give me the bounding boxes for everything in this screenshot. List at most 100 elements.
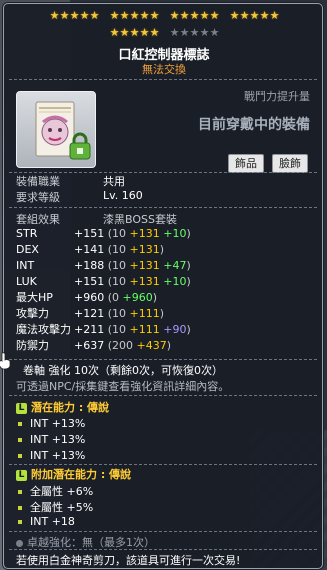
- upgrade-text: 卷軸 強化 10次（剩餘0次，可恢復0次）: [23, 364, 223, 377]
- empty-star-icon: ★: [189, 26, 200, 39]
- stat-name: LUK: [16, 275, 37, 288]
- filled-star-icon: ★: [109, 26, 120, 39]
- star-force-row-1: ★★★★★ ★★★★★ ★★★★★ ★★★★★: [4, 8, 322, 22]
- level-label: 要求等級: [16, 191, 60, 204]
- stat-value-part: +111: [129, 307, 160, 320]
- filled-star-icon: ★: [209, 9, 220, 22]
- filled-star-icon: ★: [59, 9, 70, 22]
- potential-line: INT +13%: [18, 449, 85, 462]
- stat-value-part: ): [186, 259, 191, 272]
- legendary-badge-icon: L: [16, 402, 27, 414]
- divider: [9, 549, 317, 550]
- star-force-row-2: ★★★★★ ★★★★★: [4, 25, 322, 39]
- stat-value-part: +131: [129, 227, 160, 240]
- stat-row: INT +188 (10 +131 +47): [16, 258, 191, 274]
- job-value: 共用: [103, 175, 125, 188]
- stat-value-part: (10: [104, 275, 130, 288]
- filled-star-icon: ★: [89, 9, 100, 22]
- hand-cursor-icon: [0, 352, 11, 370]
- item-tooltip: ★★★★★ ★★★★★ ★★★★★ ★★★★★ ★★★★★ ★★★★★ 口紅控制器標誌 …: [3, 3, 323, 569]
- star-group: ★★★★★: [109, 25, 160, 39]
- stat-value: +960 (0 +960): [74, 290, 157, 306]
- stat-row: 防禦力 +637 (200 +437): [16, 338, 171, 354]
- empty-star-icon: ★: [199, 26, 210, 39]
- filled-star-icon: ★: [139, 9, 150, 22]
- stat-value-part: ): [159, 307, 165, 320]
- stat-value-part: +47: [163, 259, 187, 272]
- stat-value: +141 (10 +131): [74, 242, 164, 258]
- stat-value-part: ): [152, 291, 158, 304]
- stat-name: INT: [16, 259, 35, 272]
- empty-star-icon: ★: [179, 26, 190, 39]
- stat-value-part: ): [166, 339, 172, 352]
- star-group: ★★★★★: [109, 8, 160, 22]
- stat-value-part: +141: [74, 243, 105, 256]
- stat-name: DEX: [16, 243, 39, 256]
- stat-row: 魔法攻擊力 +211 (10 +111 +90): [16, 322, 191, 338]
- upgrade-hint: 可透過NPC/採集鍵查看強化資訊詳細內容。: [16, 380, 230, 393]
- stat-name: 最大HP: [16, 291, 53, 304]
- potential-line: INT +13%: [18, 433, 85, 446]
- stat-value-part: ): [159, 243, 165, 256]
- filled-star-icon: ★: [49, 9, 60, 22]
- stat-name: 魔法攻擊力: [16, 323, 71, 336]
- transcendence-info: 卓越強化：無（最多1次）: [16, 534, 155, 550]
- additional-potential-line-text: 全屬性 +5%: [30, 501, 94, 514]
- stat-value-part: +10: [163, 275, 187, 288]
- stat-value-part: +960: [74, 291, 105, 304]
- divider: [9, 359, 317, 360]
- filled-star-icon: ★: [249, 9, 260, 22]
- stat-value-part: +437: [136, 339, 167, 352]
- disabled-dot-icon: [16, 539, 23, 547]
- stat-value-part: +131: [129, 243, 160, 256]
- stat-value-part: +188: [74, 259, 105, 272]
- additional-potential-title: 附加潛在能力 : 傳說: [31, 468, 132, 481]
- stat-value-part: (0: [104, 291, 123, 304]
- stat-value: +188 (10 +131 +47): [74, 258, 191, 274]
- filled-star-icon: ★: [79, 9, 90, 22]
- legendary-badge-icon: L: [16, 469, 27, 481]
- filled-star-icon: ★: [149, 9, 160, 22]
- divider: [9, 531, 317, 532]
- bullet-icon: [18, 520, 22, 524]
- equipped-label: 目前穿戴中的裝備: [198, 117, 310, 133]
- bullet-icon: [18, 422, 22, 426]
- stat-row: DEX +141 (10 +131): [16, 242, 164, 258]
- stat-value-part: +121: [74, 307, 105, 320]
- stat-value-part: +111: [129, 323, 160, 336]
- power-change-label: 戰鬥力提升量: [244, 90, 310, 103]
- bullet-icon: [18, 454, 22, 458]
- empty-star-icon: ★: [209, 26, 220, 39]
- stat-value-part: (10: [104, 323, 130, 336]
- divider: [9, 79, 317, 80]
- potential-title: 潛在能力 : 傳說: [31, 401, 110, 414]
- stat-row: LUK +151 (10 +131 +10): [16, 274, 191, 290]
- stat-value-part: +90: [163, 323, 187, 336]
- star-group: ★★★★★: [169, 8, 220, 22]
- set-effect-label: 套組效果: [16, 213, 60, 226]
- empty-star-icon: ★: [169, 26, 180, 39]
- stat-row: 最大HP +960 (0 +960): [16, 290, 157, 306]
- filled-star-icon: ★: [199, 9, 210, 22]
- stat-row: STR +151 (10 +131 +10): [16, 226, 191, 242]
- star-group: ★★★★★: [49, 8, 100, 22]
- divider: [9, 207, 317, 208]
- stat-value-part: +211: [74, 323, 105, 336]
- stat-value-part: (10: [104, 259, 130, 272]
- stat-value: +151 (10 +131 +10): [74, 274, 191, 290]
- lock-icon: [69, 132, 91, 160]
- job-label: 裝備職業: [16, 175, 60, 188]
- star-group: ★★★★★: [169, 25, 220, 39]
- trade-status: 無法交換: [142, 63, 186, 76]
- potential-line-text: INT +13%: [30, 417, 86, 430]
- upgrade-info: 卷軸 強化 10次（剩餘0次，可恢復0次）: [9, 362, 223, 378]
- potential-header: L 潛在能力 : 傳說: [16, 399, 109, 415]
- filled-star-icon: ★: [239, 9, 250, 22]
- stat-value-part: (10: [104, 227, 130, 240]
- stat-row: 攻擊力 +121 (10 +111): [16, 306, 164, 322]
- additional-potential-line-text: 全屬性 +6%: [30, 485, 94, 498]
- stat-value-part: ): [186, 275, 191, 288]
- filled-star-icon: ★: [269, 9, 280, 22]
- stat-value-part: +131: [129, 275, 160, 288]
- filled-star-icon: ★: [129, 9, 140, 22]
